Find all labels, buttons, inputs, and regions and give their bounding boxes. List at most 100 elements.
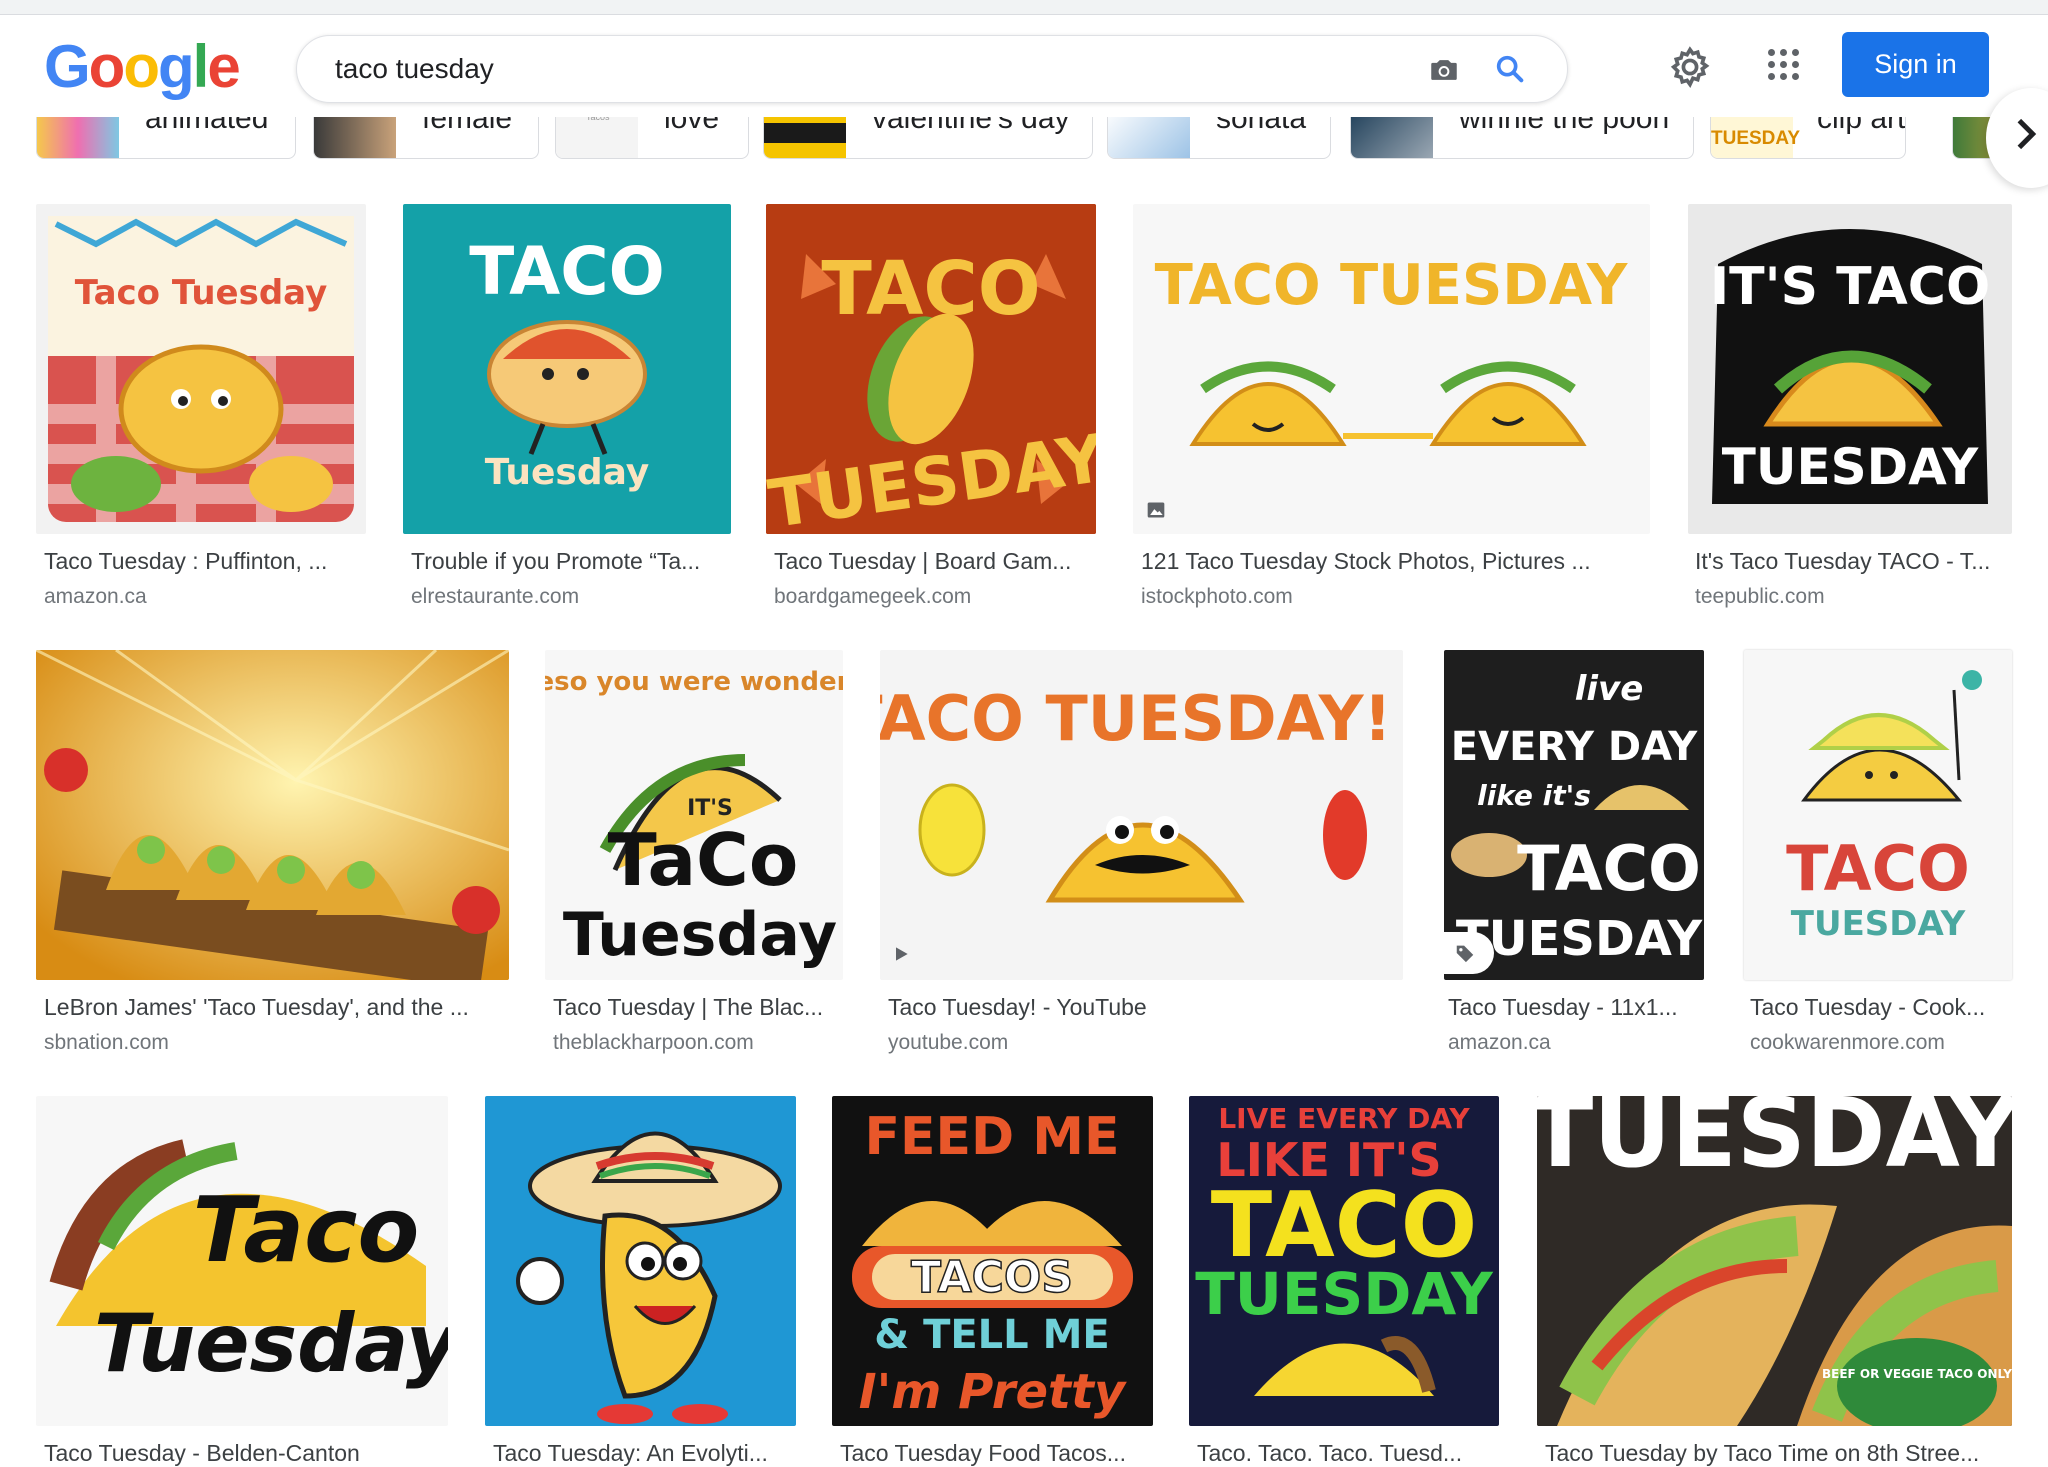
result-caption[interactable]: Taco Tuesday! - YouTube <box>888 994 1403 1021</box>
result-caption[interactable]: Trouble if you Promote “Ta... <box>411 548 729 575</box>
google-logo[interactable]: Google <box>44 37 241 97</box>
result-image-13[interactable]: FEED ME TACOS & TELL ME I'm Pretty <box>832 1096 1153 1426</box>
related-searches-bar: animated female Tacos love valentine's d… <box>0 117 2048 163</box>
result-image-2[interactable]: TACO Tuesday <box>403 204 731 534</box>
image-text: LIVE EVERY DAY <box>1218 1102 1470 1135</box>
result-caption[interactable]: LeBron James' 'Taco Tuesday', and the ..… <box>44 994 510 1021</box>
result-image-14[interactable]: LIVE EVERY DAY LIKE IT'S TACO TUESDAY <box>1189 1096 1499 1426</box>
result-image-8[interactable]: TACO TUESDAY! <box>880 650 1403 980</box>
result-image-15[interactable]: TUESDAY BEEF OR VEGGIE TACO ONLY <box>1537 1096 2012 1426</box>
result-image-1[interactable]: Taco Tuesday <box>36 204 366 534</box>
result-caption[interactable]: Taco Tuesday : Puffinton, ... <box>44 548 364 575</box>
result-caption[interactable]: Taco Tuesday - 11x1... <box>1448 994 1708 1021</box>
search-box <box>296 35 1568 103</box>
image-text: Tuesday <box>94 1297 448 1390</box>
image-art: TACO Tuesday <box>469 233 665 493</box>
chip-sonata[interactable]: sonata <box>1107 117 1331 159</box>
image-text: TACO <box>469 233 665 310</box>
image-text: Tuesday <box>563 900 837 970</box>
image-art: live EVERY DAY like it's TACO TUESDAY <box>1451 669 1704 967</box>
chip-clip-art[interactable]: TUESDAY clip art <box>1710 117 1906 159</box>
search-icon[interactable] <box>1493 52 1527 86</box>
image-text: Taco Tuesday <box>75 273 327 313</box>
result-source[interactable]: youtube.com <box>888 1031 1008 1055</box>
image-text: TUESDAY <box>1195 1260 1494 1328</box>
chip-thumbnail: Tacos <box>556 117 638 158</box>
result-source[interactable]: theblackharpoon.com <box>553 1031 754 1055</box>
chip-thumbnail <box>1108 117 1190 158</box>
result-caption[interactable]: Taco Tuesday | Board Gam... <box>774 548 1094 575</box>
result-source[interactable]: cookwarenmore.com <box>1750 1031 1945 1055</box>
image-art: TACO TUESDAY <box>1786 670 1982 944</box>
product-tag-icon <box>1456 945 1474 963</box>
result-caption[interactable]: Taco Tuesday - Belden-Canton <box>44 1440 444 1467</box>
result-image-5[interactable]: IT'S TACO TUESDAY <box>1688 204 2012 534</box>
chip-thumbnail <box>764 117 846 158</box>
camera-icon[interactable] <box>1427 53 1461 87</box>
image-text: TUESDAY <box>1791 904 1966 944</box>
result-image-7[interactable]: in queso you were wondering... IT'S TaCo… <box>545 650 843 980</box>
image-art <box>36 650 509 980</box>
result-image-11[interactable]: Taco Tuesday <box>36 1096 448 1426</box>
chip-label: love <box>664 117 720 135</box>
search-input[interactable] <box>333 46 1397 92</box>
result-source[interactable]: sbnation.com <box>44 1031 169 1055</box>
result-source[interactable]: elrestaurante.com <box>411 585 579 609</box>
chip-valentines-day[interactable]: valentine's day <box>763 117 1093 159</box>
image-text: EVERY DAY <box>1451 724 1698 770</box>
image-text: BEEF OR VEGGIE TACO ONLY <box>1822 1367 2012 1381</box>
image-art <box>516 1131 782 1424</box>
result-source[interactable]: amazon.ca <box>44 585 147 609</box>
sign-in-button[interactable]: Sign in <box>1842 32 1989 97</box>
image-type-icon <box>1147 502 1165 518</box>
browser-top-strip <box>0 0 2048 15</box>
result-source[interactable]: boardgamegeek.com <box>774 585 971 609</box>
image-art: LIVE EVERY DAY LIKE IT'S TACO TUESDAY <box>1195 1102 1494 1396</box>
chip-thumbnail <box>1351 117 1433 158</box>
image-text: TACOS <box>911 1252 1073 1303</box>
result-image-10[interactable]: TACO TUESDAY <box>1744 650 2012 980</box>
result-caption[interactable]: Taco Tuesday Food Tacos... <box>840 1440 1153 1467</box>
image-text: FEED ME <box>864 1107 1119 1167</box>
result-source[interactable]: amazon.ca <box>1448 1031 1551 1055</box>
result-source[interactable]: teepublic.com <box>1695 585 1825 609</box>
image-text: TACO TUESDAY <box>1155 253 1629 318</box>
result-image-12[interactable] <box>485 1096 796 1426</box>
image-text: TACO <box>1786 832 1970 905</box>
image-art: TACO TUESDAY! <box>880 682 1392 903</box>
chip-winnie-the-pooh[interactable]: winnie the pooh <box>1350 117 1694 159</box>
result-caption[interactable]: Taco. Taco. Taco. Tuesd... <box>1197 1440 1499 1467</box>
result-image-4[interactable]: TACO TUESDAY <box>1133 204 1650 534</box>
result-caption[interactable]: 121 Taco Tuesday Stock Photos, Pictures … <box>1141 548 1651 575</box>
chip-animated[interactable]: animated <box>36 117 296 159</box>
result-image-6[interactable] <box>36 650 509 980</box>
chip-label: winnie the pooh <box>1459 117 1670 135</box>
image-art: FEED ME TACOS & TELL ME I'm Pretty <box>852 1107 1133 1420</box>
apps-grid-icon[interactable] <box>1768 49 1800 81</box>
image-text: TUESDAY <box>1722 438 1979 496</box>
image-text: in queso you were wondering... <box>545 667 843 697</box>
image-text: I'm Pretty <box>859 1364 1127 1420</box>
result-source[interactable]: istockphoto.com <box>1141 585 1293 609</box>
chip-thumbnail <box>37 117 119 158</box>
result-caption[interactable]: Taco Tuesday by Taco Time on 8th Stree..… <box>1545 1440 2012 1467</box>
result-caption[interactable]: Taco Tuesday - Cook... <box>1750 994 2012 1021</box>
chip-female[interactable]: female <box>313 117 539 159</box>
image-art: TACO TUESDAY <box>766 204 1096 534</box>
result-caption[interactable]: Taco Tuesday | The Blac... <box>553 994 843 1021</box>
result-image-3[interactable]: TACO TUESDAY <box>766 204 1096 534</box>
tag-badge <box>1444 932 1494 974</box>
chip-thumbnail <box>314 117 396 158</box>
image-art: in queso you were wondering... IT'S TaCo… <box>545 667 843 970</box>
chevron-right-icon <box>2017 118 2037 150</box>
chip-label: animated <box>145 117 269 135</box>
settings-gear-icon[interactable] <box>1668 45 1712 89</box>
image-text: Tuesday <box>485 452 650 493</box>
result-caption[interactable]: It's Taco Tuesday TACO - T... <box>1695 548 2013 575</box>
chip-love[interactable]: Tacos love <box>555 117 749 159</box>
image-text: TUESDAY <box>1537 1096 2012 1189</box>
result-caption[interactable]: Taco Tuesday: An Evolyti... <box>493 1440 796 1467</box>
image-text: & TELL ME <box>874 1312 1109 1358</box>
video-play-icon <box>896 947 908 961</box>
result-image-9[interactable]: live EVERY DAY like it's TACO TUESDAY <box>1444 650 1704 980</box>
